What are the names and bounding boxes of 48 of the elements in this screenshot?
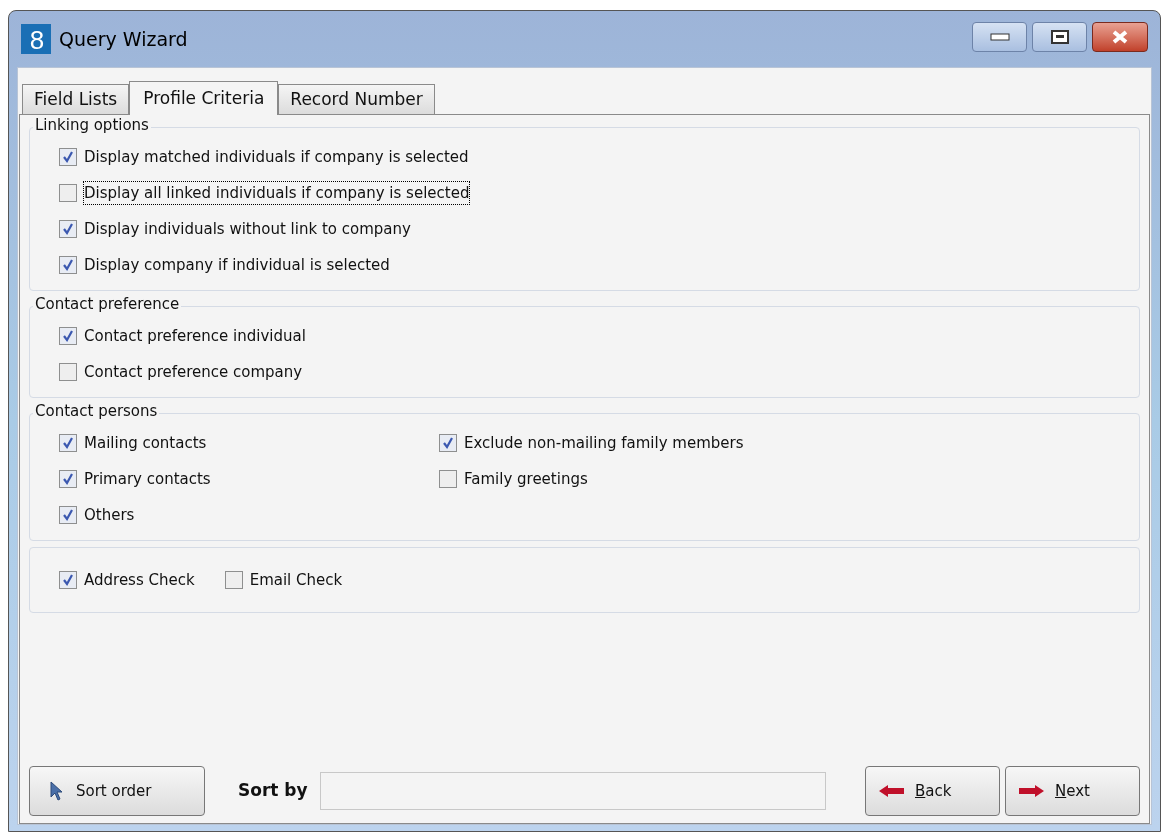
group-title: Linking options	[33, 115, 151, 135]
checkbox[interactable]	[59, 506, 77, 524]
checkbox[interactable]	[439, 434, 457, 452]
checkbox[interactable]	[224, 571, 243, 589]
minimize-icon	[989, 33, 1010, 41]
checkbox-label: Display all linked individuals if company is selected	[84, 181, 470, 205]
sort-order-button[interactable]: Sort order	[29, 766, 205, 816]
sort-by-label: Sort by	[238, 779, 308, 803]
checkbox[interactable]	[59, 148, 77, 166]
checkbox-label: Email Check	[249, 569, 343, 591]
checkbox[interactable]	[59, 470, 77, 488]
app-logo-icon: 8	[21, 24, 51, 54]
checkbox[interactable]	[59, 327, 77, 345]
sort-by-field[interactable]	[319, 772, 826, 810]
checkbox-label: Others	[84, 504, 135, 526]
window-title: Query Wizard	[59, 26, 188, 52]
minimize-button[interactable]	[972, 22, 1027, 52]
checkbox[interactable]	[59, 434, 77, 452]
next-button[interactable]: Next	[1005, 766, 1140, 816]
checkbox-label: Display company if individual is selected	[84, 254, 390, 276]
group-title: Contact persons	[33, 401, 160, 421]
maximize-icon	[1050, 30, 1069, 44]
checkbox[interactable]	[439, 470, 457, 488]
cursor-icon	[50, 781, 64, 801]
checkbox-label: Contact preference individual	[84, 325, 306, 347]
tab[interactable]: Record Number	[278, 84, 435, 114]
checkbox-label: Exclude non-mailing family members	[464, 432, 744, 454]
checkbox[interactable]	[59, 220, 77, 238]
checkbox-label: Address Check	[84, 569, 195, 591]
checkbox-label: Contact preference company	[84, 361, 303, 383]
group-title: Contact preference	[33, 294, 182, 314]
checkbox[interactable]	[59, 571, 77, 589]
checkbox[interactable]	[59, 363, 77, 381]
maximize-button[interactable]	[1032, 22, 1087, 52]
checkbox[interactable]	[59, 184, 77, 202]
checkbox-label: Display individuals without link to company	[84, 218, 411, 240]
checkbox-label: Primary contacts	[84, 468, 211, 490]
close-button[interactable]	[1092, 22, 1148, 52]
right-arrow-icon	[1018, 784, 1045, 798]
checkbox[interactable]	[59, 256, 77, 274]
checkbox-label: Mailing contacts	[84, 432, 207, 454]
checkbox-label: Display matched individuals if company is selected	[84, 146, 469, 168]
close-icon	[1111, 30, 1129, 44]
back-button[interactable]: Back	[865, 766, 1000, 816]
tab[interactable]: Field Lists	[22, 84, 130, 114]
left-arrow-icon	[878, 784, 905, 798]
tab[interactable]: Profile Criteria	[129, 81, 279, 115]
checkbox-label: Family greetings	[464, 468, 588, 490]
